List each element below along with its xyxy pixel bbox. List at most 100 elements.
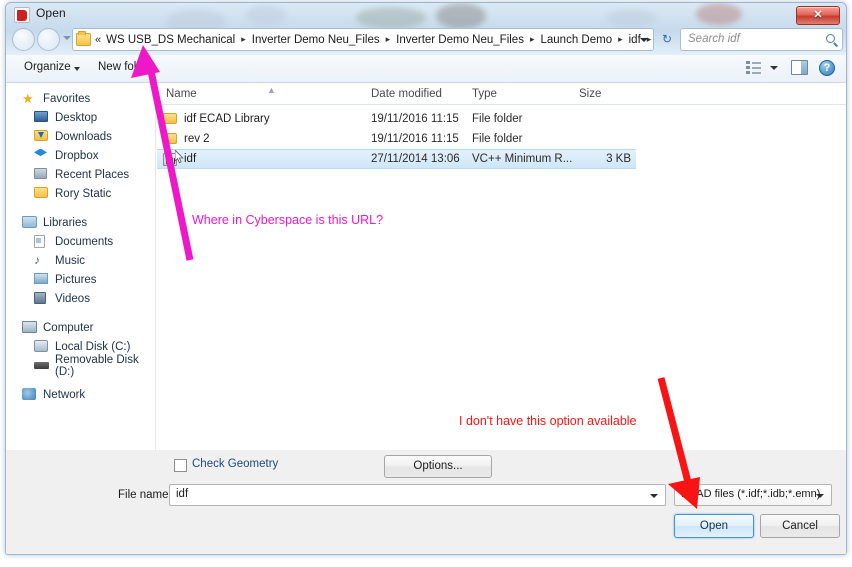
file-date-modified: 27/11/2014 13:06 — [371, 153, 460, 165]
sidebar-label: Removable Disk (D:) — [55, 353, 139, 378]
sidebar-item-removable-disk-d[interactable]: Removable Disk (D:) — [6, 353, 155, 378]
file-type: File folder — [472, 113, 523, 125]
back-button[interactable] — [12, 28, 35, 51]
breadcrumb-separator-icon: ▸ — [385, 34, 391, 44]
column-header-type[interactable]: Type — [472, 88, 497, 100]
sidebar-item-videos[interactable]: Videos — [6, 289, 155, 308]
file-type-value: ECAD files (*.idf;*.idb;*.emn) — [681, 488, 821, 500]
table-row[interactable]: idf 27/11/2014 13:06 VC++ Minimum R... 3… — [157, 149, 636, 169]
sort-indicator-icon: ▲ — [267, 85, 276, 95]
sidebar-group-network: Network — [6, 385, 155, 404]
sidebar-item-desktop[interactable]: Desktop — [6, 108, 155, 127]
dialog-footer: Check Geometry Options... File name: idf… — [6, 450, 846, 554]
downloads-icon — [34, 129, 50, 144]
computer-icon — [22, 320, 38, 335]
list-view-icon[interactable] — [746, 61, 762, 75]
column-header-name[interactable]: Name — [166, 88, 197, 100]
file-name: idf — [184, 153, 197, 165]
file-name-input[interactable]: idf — [169, 484, 666, 506]
options-button[interactable]: Options... — [384, 455, 492, 478]
file-list[interactable]: Name ▲ Date modified Type Size idf ECAD … — [157, 83, 846, 450]
sidebar-label: Music — [55, 254, 86, 267]
sidebar-label: Rory Static — [55, 187, 112, 200]
forward-button[interactable] — [37, 28, 60, 51]
open-button[interactable]: Open — [674, 514, 754, 538]
sidebar-label: Favorites — [43, 92, 91, 105]
file-type-dropdown[interactable]: ECAD files (*.idf;*.idb;*.emn) — [674, 484, 832, 506]
sidebar-group-computer: Computer Local Disk (C:) Removable Disk … — [6, 318, 155, 378]
view-options-chevron-down-icon[interactable] — [770, 66, 778, 70]
check-geometry-label[interactable]: Check Geometry — [192, 458, 278, 470]
sidebar-item-rory-static[interactable]: Rory Static — [6, 184, 155, 203]
breadcrumb-overflow-icon[interactable]: « — [95, 34, 101, 46]
table-row[interactable]: idf ECAD Library 19/11/2016 11:15 File f… — [157, 109, 846, 129]
sidebar-item-libraries[interactable]: Libraries — [6, 213, 155, 232]
file-name-chevron-down-icon[interactable] — [650, 494, 658, 498]
organize-button[interactable]: Organize — [24, 61, 71, 73]
file-icon — [163, 152, 179, 166]
recent-places-icon — [34, 167, 50, 182]
sidebar-item-network[interactable]: Network — [6, 385, 155, 404]
search-icon — [826, 34, 835, 43]
recent-locations-chevron-down-icon[interactable] — [63, 36, 71, 40]
command-bar: Organize New fold ? — [6, 55, 846, 83]
dropbox-icon — [34, 148, 50, 163]
file-type: VC++ Minimum R... — [472, 153, 573, 165]
documents-icon — [34, 234, 50, 249]
videos-icon — [34, 291, 50, 306]
sidebar-item-music[interactable]: ♪ Music — [6, 251, 155, 270]
sidebar-item-dropbox[interactable]: Dropbox — [6, 146, 155, 165]
file-date-modified: 19/11/2016 11:15 — [371, 113, 459, 125]
sidebar-label: Pictures — [55, 273, 97, 286]
file-name: idf ECAD Library — [184, 113, 270, 125]
column-header-size[interactable]: Size — [579, 88, 601, 100]
sidebar-label: Videos — [55, 292, 90, 305]
sidebar-label: Recent Places — [55, 168, 130, 181]
check-geometry-checkbox[interactable] — [174, 459, 187, 472]
sidebar-item-recent-places[interactable]: Recent Places — [6, 165, 155, 184]
column-header-date-modified[interactable]: Date modified — [371, 88, 442, 100]
star-icon: ★ — [22, 90, 34, 106]
breadcrumb-item-1[interactable]: Inverter Demo Neu_Files — [251, 33, 381, 47]
breadcrumb-item-3[interactable]: Launch Demo — [539, 33, 613, 47]
sidebar-item-favorites[interactable]: ★ Favorites — [6, 89, 155, 108]
breadcrumb-item-0[interactable]: WS USB_DS Mechanical — [105, 33, 236, 47]
sidebar-item-documents[interactable]: Documents — [6, 232, 155, 251]
sidebar-label: Dropbox — [55, 149, 99, 162]
hard-disk-icon — [34, 339, 50, 354]
breadcrumb-separator-icon: ▸ — [529, 34, 535, 44]
sidebar-item-pictures[interactable]: Pictures — [6, 270, 155, 289]
help-icon[interactable]: ? — [819, 60, 835, 76]
sidebar-item-downloads[interactable]: Downloads — [6, 127, 155, 146]
address-bar-breadcrumb[interactable]: « WS USB_DS Mechanical ▸ Inverter Demo N… — [72, 28, 654, 51]
table-row[interactable]: rev 2 19/11/2016 11:15 File folder — [157, 129, 846, 149]
dialog-content: ★ Favorites Desktop Downloads Dropbox Re… — [6, 83, 846, 450]
cancel-button[interactable]: Cancel — [760, 514, 840, 538]
dialog-app-icon — [14, 7, 30, 23]
file-type-chevron-down-icon — [816, 494, 824, 498]
dialog-title: Open — [36, 6, 66, 20]
sidebar-item-computer[interactable]: Computer — [6, 318, 155, 337]
address-dropdown-chevron-down-icon[interactable] — [640, 38, 648, 42]
search-input[interactable]: Search idf — [680, 28, 843, 51]
sidebar-label: Desktop — [55, 111, 98, 124]
file-date-modified: 19/11/2016 11:15 — [371, 133, 459, 145]
new-folder-button[interactable]: New fold — [98, 61, 143, 73]
music-icon: ♪ — [34, 252, 40, 267]
file-list-header: Name ▲ Date modified Type Size — [157, 83, 846, 105]
sidebar-label: Network — [43, 388, 86, 401]
file-size: 3 KB — [606, 153, 631, 165]
navigation-bar: « WS USB_DS Mechanical ▸ Inverter Demo N… — [6, 25, 846, 55]
open-file-dialog: Open ✕ « WS USB_DS Mechanical ▸ Inverter… — [5, 2, 847, 555]
close-button[interactable]: ✕ — [796, 6, 840, 25]
breadcrumb-separator-icon: ▸ — [618, 34, 623, 44]
organize-chevron-down-icon[interactable] — [74, 67, 80, 71]
preview-pane-icon[interactable] — [791, 60, 808, 75]
breadcrumb-item-2[interactable]: Inverter Demo Neu_Files — [395, 33, 525, 47]
file-name-label: File name: — [118, 489, 172, 501]
network-icon — [22, 387, 38, 402]
sidebar-label: Computer — [43, 321, 94, 334]
search-placeholder: Search idf — [688, 33, 740, 45]
refresh-icon[interactable]: ↻ — [657, 28, 677, 51]
sidebar-label: Documents — [55, 235, 114, 248]
